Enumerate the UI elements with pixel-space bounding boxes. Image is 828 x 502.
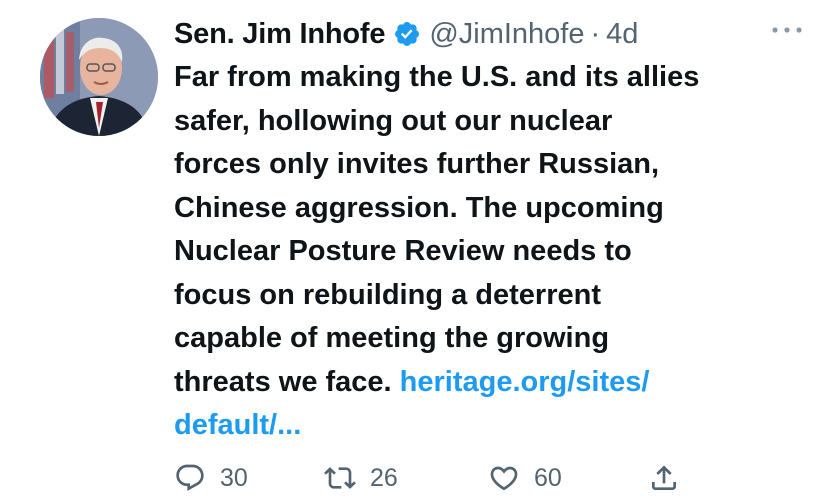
like-count: 60 <box>534 463 562 492</box>
tweet-body-text: Far from making the U.S. and its allies … <box>174 61 700 398</box>
like-button[interactable]: 60 <box>488 456 562 500</box>
retweet-count: 26 <box>370 463 398 492</box>
reply-button[interactable]: 30 <box>174 456 248 500</box>
retweet-button[interactable]: 26 <box>324 456 398 500</box>
heart-icon <box>488 462 520 494</box>
share-button[interactable] <box>648 456 680 500</box>
separator-dot: · <box>590 17 601 50</box>
timestamp[interactable]: 4d <box>606 18 638 51</box>
reply-count: 30 <box>220 463 248 492</box>
reply-icon <box>174 462 206 494</box>
tweet-actions: 30 26 60 <box>174 456 828 500</box>
more-options-icon[interactable] <box>770 22 804 33</box>
avatar[interactable] <box>40 18 158 136</box>
retweet-icon <box>324 462 356 494</box>
author-handle[interactable]: @JimInhofe <box>429 18 584 51</box>
verified-badge-icon <box>393 20 421 48</box>
share-icon <box>648 462 680 494</box>
author-name[interactable]: Sen. Jim Inhofe <box>174 18 386 51</box>
tweet-text: Far from making the U.S. and its allies … <box>174 56 794 448</box>
tweet-header: Sen. Jim Inhofe @JimInhofe · 4d <box>174 12 808 56</box>
avatar-photo <box>40 18 158 136</box>
